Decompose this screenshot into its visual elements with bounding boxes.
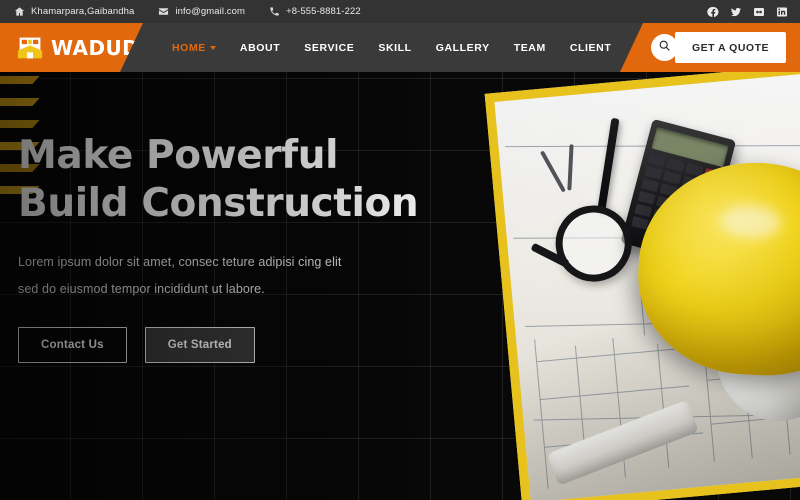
logo-text: WADUD	[51, 35, 140, 60]
building-icon	[16, 35, 44, 61]
hero-paragraph-line2: sed do eiusmod tempor incididunt ut labo…	[18, 282, 265, 296]
topbar-email[interactable]: info@gmail.com	[158, 6, 245, 17]
get-started-button[interactable]: Get Started	[144, 327, 255, 363]
top-info-bar: Khamarpara,Gaibandha info@gmail.com +8-5…	[0, 0, 800, 23]
hero-headline: Make Powerful Build Construction	[18, 132, 458, 228]
envelope-icon	[158, 6, 169, 17]
nav-item-team[interactable]: TEAM	[502, 42, 558, 54]
hero-headline-line1: Make Powerful	[18, 133, 339, 178]
nav-item-home-label: HOME	[172, 41, 206, 54]
hero-paragraph: Lorem ipsum dolor sit amet, consec tetur…	[18, 249, 458, 303]
topbar-email-text: info@gmail.com	[175, 6, 246, 17]
hero-button-row: Contact Us Get Started	[18, 327, 458, 363]
nav-item-skill[interactable]: SKILL	[366, 42, 423, 54]
nav-item-client[interactable]: CLIENT	[558, 42, 624, 54]
facebook-icon[interactable]	[707, 6, 719, 18]
hero-section: Make Powerful Build Construction Lorem i…	[0, 72, 800, 500]
contact-us-button[interactable]: Contact Us	[18, 327, 127, 363]
page-root: Khamarpara,Gaibandha info@gmail.com +8-5…	[0, 0, 800, 500]
logo[interactable]: WADUD	[0, 23, 143, 72]
hero-content: Make Powerful Build Construction Lorem i…	[18, 132, 458, 363]
nav-item-home[interactable]: HOME	[160, 42, 228, 54]
hero-image-frame	[484, 72, 800, 500]
flickr-icon[interactable]	[753, 6, 765, 18]
get-a-quote-button[interactable]: GET A QUOTE	[674, 32, 786, 63]
hero-headline-line2: Build Construction	[18, 181, 419, 226]
social-links	[707, 6, 788, 18]
topbar-address-text: Khamarpara,Gaibandha	[31, 6, 135, 17]
hero-paragraph-line1: Lorem ipsum dolor sit amet, consec tetur…	[18, 255, 342, 269]
search-icon	[658, 39, 671, 57]
topbar-address: Khamarpara,Gaibandha	[14, 6, 134, 17]
linkedin-icon[interactable]	[776, 6, 788, 18]
nav-item-service[interactable]: SERVICE	[292, 42, 366, 54]
nav-item-about[interactable]: ABOUT	[228, 42, 292, 54]
topbar-phone[interactable]: +8-555-8881-222	[269, 6, 361, 17]
home-icon	[14, 6, 25, 17]
phone-icon	[269, 6, 280, 17]
main-navbar: WADUD HOME ABOUT SERVICE SKILL GALLERY T…	[0, 23, 800, 72]
search-button[interactable]	[651, 34, 678, 61]
hero-image	[484, 72, 800, 500]
twitter-icon[interactable]	[730, 6, 742, 18]
chevron-down-icon	[209, 46, 216, 50]
topbar-phone-text: +8-555-8881-222	[286, 6, 361, 17]
nav-item-gallery[interactable]: GALLERY	[424, 42, 502, 54]
